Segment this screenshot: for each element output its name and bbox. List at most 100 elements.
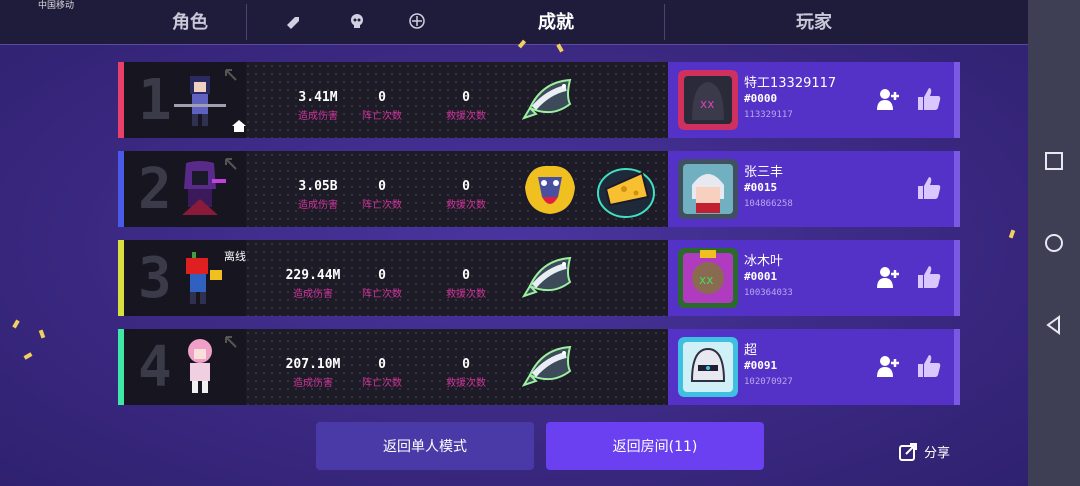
character-sprite — [182, 161, 226, 215]
row-edge — [954, 329, 960, 405]
tab-character[interactable]: 角色 — [172, 8, 208, 34]
character-portrait: 3 离线 — [124, 240, 246, 316]
share-icon — [899, 443, 917, 461]
player-avatar[interactable] — [678, 337, 738, 397]
crosshair-icon[interactable] — [408, 12, 426, 30]
rescues-label: 救援次数 — [446, 378, 486, 389]
tab-players[interactable]: 玩家 — [796, 8, 832, 34]
home-icon — [232, 120, 246, 132]
like-icon[interactable] — [916, 86, 942, 112]
deaths-stat: 0 阵亡次数 — [352, 90, 412, 122]
deaths-label: 阵亡次数 — [362, 111, 402, 122]
fish-achievement-icon[interactable] — [522, 335, 586, 399]
weapon-icon[interactable] — [284, 12, 302, 30]
cheese-achievement-icon[interactable] — [594, 157, 658, 221]
player-card[interactable]: 张三丰 #0015 104866258 — [668, 151, 954, 227]
like-icon[interactable] — [916, 264, 942, 290]
character-portrait: 4 — [124, 329, 246, 405]
player-id: 113329117 — [744, 110, 793, 120]
tab-divider — [246, 4, 247, 40]
return-single-mode-button[interactable]: 返回单人模式 — [316, 422, 534, 470]
tab-achievements[interactable]: 成就 — [538, 8, 574, 34]
player-name: 特工13329117 — [744, 76, 837, 91]
result-row: 1 3.41M 造成伤害 0 阵亡次数 0 救援次数 xx 特工13329117… — [118, 62, 960, 138]
circle-icon — [1045, 234, 1063, 252]
rank-number: 1 — [138, 68, 172, 133]
player-name: 张三丰 — [744, 165, 784, 180]
share-button[interactable]: 分享 — [898, 440, 950, 462]
rescues-stat: 0 救援次数 — [436, 179, 496, 211]
rank-number: 4 — [138, 335, 172, 400]
player-tag: #0000 — [744, 92, 778, 105]
player-id: 100364033 — [744, 288, 793, 298]
player-name: 冰木叶 — [744, 254, 784, 269]
deaths-stat: 0 阵亡次数 — [352, 179, 412, 211]
add-friend-icon[interactable] — [875, 353, 901, 379]
deaths-label: 阵亡次数 — [362, 378, 402, 389]
rescues-stat: 0 救援次数 — [436, 268, 496, 300]
top-tab-bar: 中国移动 角色 成就 玩家 — [0, 0, 1028, 45]
player-card[interactable]: xx 特工13329117 #0000 113329117 — [668, 62, 954, 138]
share-label: 分享 — [924, 445, 951, 461]
rescues-value: 0 — [462, 268, 470, 283]
player-avatar[interactable]: xx — [678, 70, 738, 130]
svg-text:xx: xx — [700, 97, 714, 111]
player-tag: #0091 — [744, 359, 778, 372]
back-button[interactable] — [1043, 314, 1065, 336]
damage-stat: 3.05B 造成伤害 — [278, 179, 358, 211]
tab-divider — [664, 4, 665, 40]
player-avatar[interactable] — [678, 159, 738, 219]
wolf-achievement-icon[interactable] — [518, 157, 582, 221]
damage-stat: 207.10M 造成伤害 — [268, 357, 358, 389]
rescues-stat: 0 救援次数 — [436, 90, 496, 122]
return-room-button[interactable]: 返回房间(11) — [546, 422, 764, 470]
damage-value: 3.05B — [298, 179, 338, 194]
fish-achievement-icon[interactable] — [522, 68, 586, 132]
player-card[interactable]: xx 冰木叶 #0001 100364033 — [668, 240, 954, 316]
rank-number: 3 — [138, 246, 172, 311]
player-tag: #0015 — [744, 181, 778, 194]
deaths-stat: 0 阵亡次数 — [352, 268, 412, 300]
player-avatar[interactable]: xx — [678, 248, 738, 308]
damage-stat: 3.41M 造成伤害 — [278, 90, 358, 122]
add-friend-icon[interactable] — [875, 86, 901, 112]
recent-apps-button[interactable] — [1043, 150, 1065, 172]
deaths-value: 0 — [378, 179, 386, 194]
damage-label: 造成伤害 — [298, 111, 338, 122]
character-sprite — [174, 76, 226, 126]
home-button[interactable] — [1043, 232, 1065, 254]
rescues-label: 救援次数 — [446, 111, 486, 122]
triangle-back-icon — [1046, 315, 1060, 335]
damage-value: 3.41M — [298, 90, 338, 105]
deaths-value: 0 — [378, 357, 386, 372]
character-sprite — [188, 339, 212, 393]
rescues-label: 救援次数 — [446, 200, 486, 211]
player-id: 104866258 — [744, 199, 793, 209]
deaths-label: 阵亡次数 — [362, 289, 402, 300]
deaths-label: 阵亡次数 — [362, 200, 402, 211]
rescues-value: 0 — [462, 90, 470, 105]
row-edge — [954, 62, 960, 138]
like-icon[interactable] — [916, 175, 942, 201]
player-name: 超 — [744, 343, 758, 358]
android-navigation-bar — [1028, 0, 1080, 486]
result-row: 2 3.05B 造成伤害 0 阵亡次数 0 救援次数 张三丰 #0015 104… — [118, 151, 960, 227]
character-sprite — [186, 252, 222, 304]
result-row: 3 离线 229.44M 造成伤害 0 阵亡次数 0 救援次数 xx 冰木叶 #… — [118, 240, 960, 316]
row-edge — [954, 240, 960, 316]
rescues-value: 0 — [462, 179, 470, 194]
rescues-value: 0 — [462, 357, 470, 372]
square-icon — [1045, 152, 1063, 170]
like-icon[interactable] — [916, 353, 942, 379]
damage-value: 207.10M — [285, 357, 341, 372]
carrier-label: 中国移动 — [38, 1, 75, 11]
add-friend-icon[interactable] — [875, 264, 901, 290]
fish-achievement-icon[interactable] — [522, 246, 586, 310]
damage-label: 造成伤害 — [293, 378, 333, 389]
damage-label: 造成伤害 — [298, 200, 338, 211]
rank-number: 2 — [138, 157, 172, 222]
svg-text:xx: xx — [699, 273, 713, 287]
deaths-value: 0 — [378, 90, 386, 105]
skull-icon[interactable] — [348, 12, 366, 30]
player-card[interactable]: 超 #0091 102070927 — [668, 329, 954, 405]
